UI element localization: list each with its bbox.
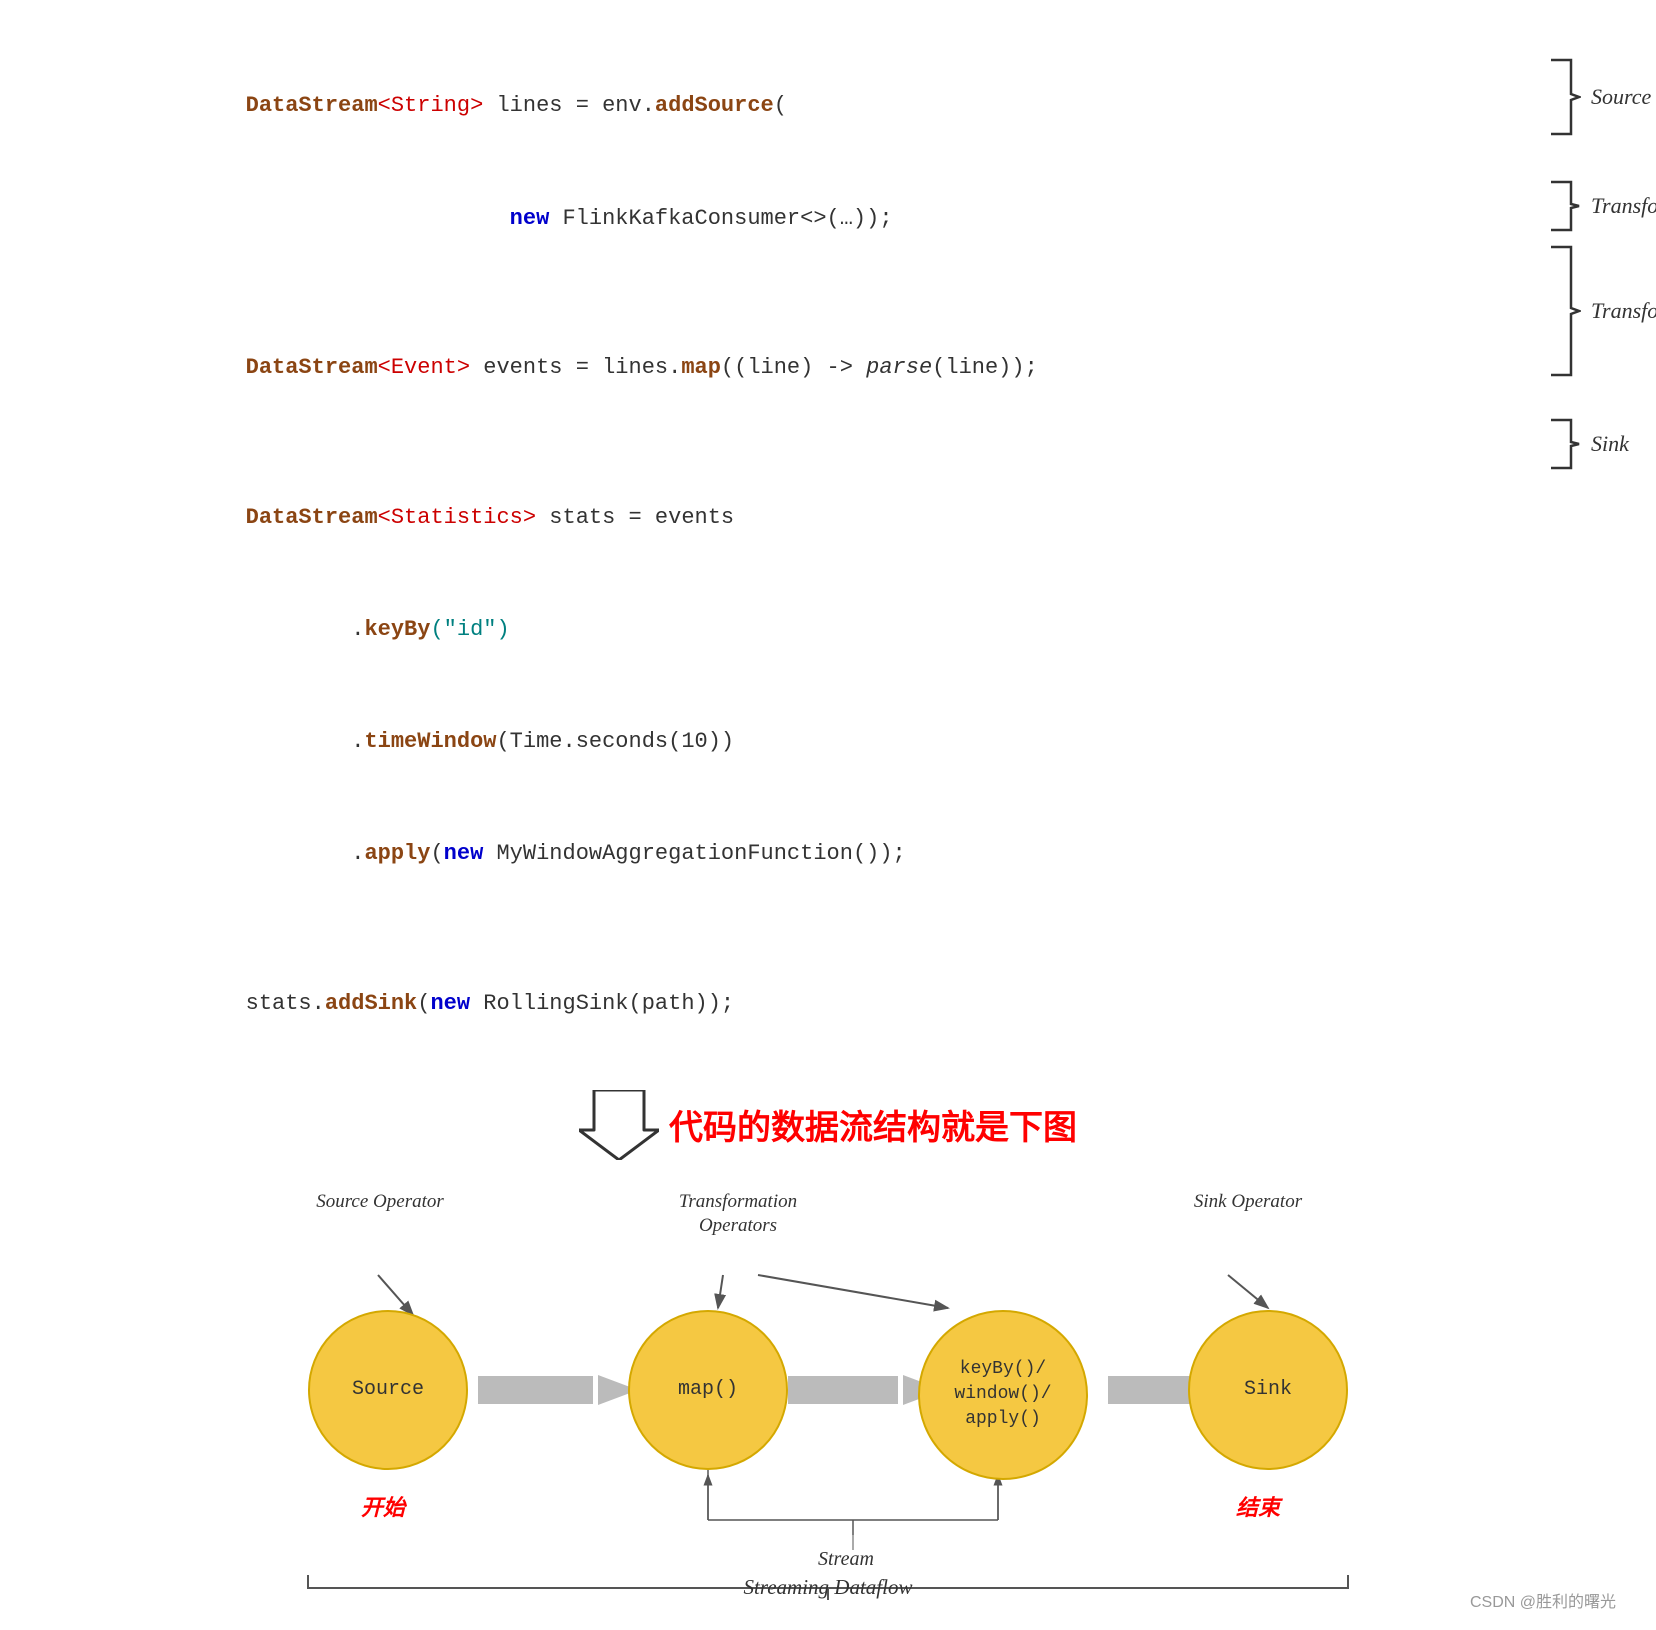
keyby-node: keyBy()/ window()/ apply() xyxy=(918,1310,1088,1480)
code-kw-new2: new xyxy=(444,841,484,866)
stream-label: Stream xyxy=(818,1548,874,1571)
end-label: 结束 xyxy=(1173,1490,1343,1522)
source-node: Source xyxy=(308,1310,468,1470)
code-method2: map xyxy=(681,355,721,380)
code-type1: <String> xyxy=(378,93,484,118)
annotations-area: Source Transformation Transformation xyxy=(1546,50,1656,1060)
transition-row: 代码的数据流结构就是下图 xyxy=(60,1090,1596,1160)
code-type3: <Statistics> xyxy=(378,505,536,530)
source-label: Source xyxy=(1591,84,1651,110)
code-datastream2: DataStream xyxy=(246,355,378,380)
code-method4: timeWindow xyxy=(364,729,496,754)
transform2-brace-icon xyxy=(1546,245,1581,377)
code-plain1: lines = env. xyxy=(483,93,655,118)
sink-label: Sink xyxy=(1591,431,1629,457)
transform1-label: Transformation xyxy=(1591,193,1656,219)
code-method3: keyBy xyxy=(364,617,430,642)
page-container: DataStream<String> lines = env.addSource… xyxy=(0,0,1656,1630)
code-kw-new3: new xyxy=(430,991,470,1016)
diagram-container: Source Operator Transformation Operators… xyxy=(228,1180,1428,1600)
code-kw-new1: new xyxy=(510,206,550,231)
streaming-dataflow-label: Streaming Dataflow xyxy=(228,1575,1428,1600)
code-italic1: parse xyxy=(866,355,932,380)
map-node: map() xyxy=(628,1310,788,1470)
code-method6: addSink xyxy=(325,991,417,1016)
code-method1: addSource xyxy=(655,93,774,118)
sink-annotation: Sink xyxy=(1546,418,1629,470)
code-datastream1: DataStream xyxy=(246,93,378,118)
transform1-brace-icon xyxy=(1546,180,1581,232)
code-datastream3: DataStream xyxy=(246,505,378,530)
code-method5: apply xyxy=(364,841,430,866)
down-arrow-icon xyxy=(579,1090,659,1160)
code-string1: ("id") xyxy=(430,617,509,642)
source-annotation: Source xyxy=(1546,58,1651,136)
code-type2: <Event> xyxy=(378,355,470,380)
sink-brace-icon xyxy=(1546,418,1581,470)
transform1-annotation: Transformation xyxy=(1546,180,1656,232)
arrow-label: 代码的数据流结构就是下图 xyxy=(669,1100,1077,1149)
start-label: 开始 xyxy=(298,1490,468,1522)
code-plain2 xyxy=(246,206,510,231)
code-block: DataStream<String> lines = env.addSource… xyxy=(140,50,1596,1060)
transform2-label: Transformation xyxy=(1591,298,1656,324)
code-section: DataStream<String> lines = env.addSource… xyxy=(140,50,1596,1060)
source-brace-icon xyxy=(1546,58,1581,136)
transform2-annotation: Transformation xyxy=(1546,245,1656,377)
sink-node: Sink xyxy=(1188,1310,1348,1470)
diagram-section: Source Operator Transformation Operators… xyxy=(60,1180,1596,1600)
footer: CSDN @胜利的曙光 xyxy=(1470,1588,1616,1612)
